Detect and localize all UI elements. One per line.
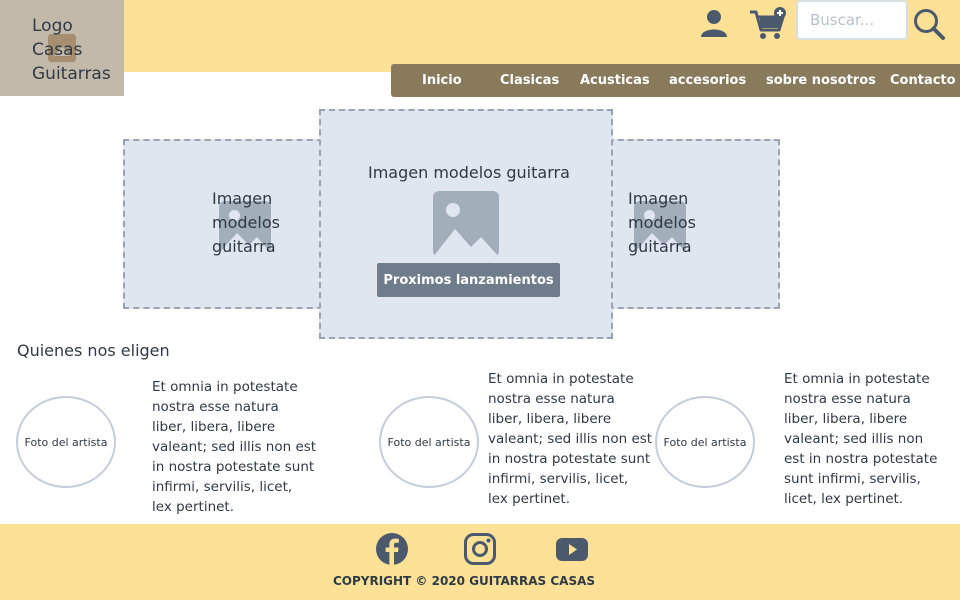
cart-add-icon[interactable]	[749, 6, 787, 42]
nav-item-sobre-nosotros[interactable]: sobre nosotros	[766, 64, 876, 97]
instagram-icon[interactable]	[463, 532, 497, 566]
nav-item-contacto[interactable]: Contacto	[890, 64, 956, 97]
nav-item-acusticas[interactable]: Acusticas	[580, 64, 650, 97]
section-title: Quienes nos eligen	[17, 341, 170, 360]
testimonial-text: Et omnia in potestate nostra esse natura…	[488, 371, 653, 507]
slide-caption: Imagen modelos guitarra	[212, 189, 280, 256]
main-nav: Inicio Clasicas Acusticas accesorios sob…	[391, 64, 960, 97]
facebook-icon[interactable]	[375, 532, 409, 566]
nav-item-accesorios[interactable]: accesorios	[669, 64, 746, 97]
slide-caption: Imagen modelos guitarra	[368, 163, 570, 182]
nav-item-clasicas[interactable]: Clasicas	[500, 64, 559, 97]
proximos-lanzamientos-button[interactable]: Proximos lanzamientos	[377, 263, 560, 297]
copyright: COPYRIGHT © 2020 GUITARRAS CASAS	[332, 574, 596, 588]
slide-caption: Imagen modelos guitarra	[628, 189, 696, 256]
image-placeholder-icon	[433, 191, 499, 257]
search-input[interactable]	[796, 0, 908, 40]
search-icon[interactable]	[912, 7, 946, 41]
user-icon[interactable]	[699, 8, 729, 38]
nav-item-inicio[interactable]: Inicio	[422, 64, 462, 97]
logo[interactable]: Logo Casas Guitarras	[0, 0, 124, 96]
logo-text: Logo Casas Guitarras	[32, 16, 111, 84]
testimonial-text: Et omnia in potestate nostra esse natura…	[784, 371, 938, 507]
artist-photo: Foto del artista	[16, 396, 116, 488]
artist-photo: Foto del artista	[655, 396, 755, 488]
footer: COPYRIGHT © 2020 GUITARRAS CASAS	[0, 524, 960, 600]
youtube-icon[interactable]	[555, 532, 589, 566]
carousel-slide-left[interactable]: Imagen modelos guitarra	[123, 139, 323, 309]
carousel-slide-right[interactable]: Imagen modelos guitarra	[608, 139, 780, 309]
testimonial-text: Et omnia in potestate nostra esse natura…	[152, 379, 317, 515]
artist-photo: Foto del artista	[379, 396, 479, 488]
carousel-slide-center[interactable]: Imagen modelos guitarra Proximos lanzami…	[319, 109, 613, 339]
